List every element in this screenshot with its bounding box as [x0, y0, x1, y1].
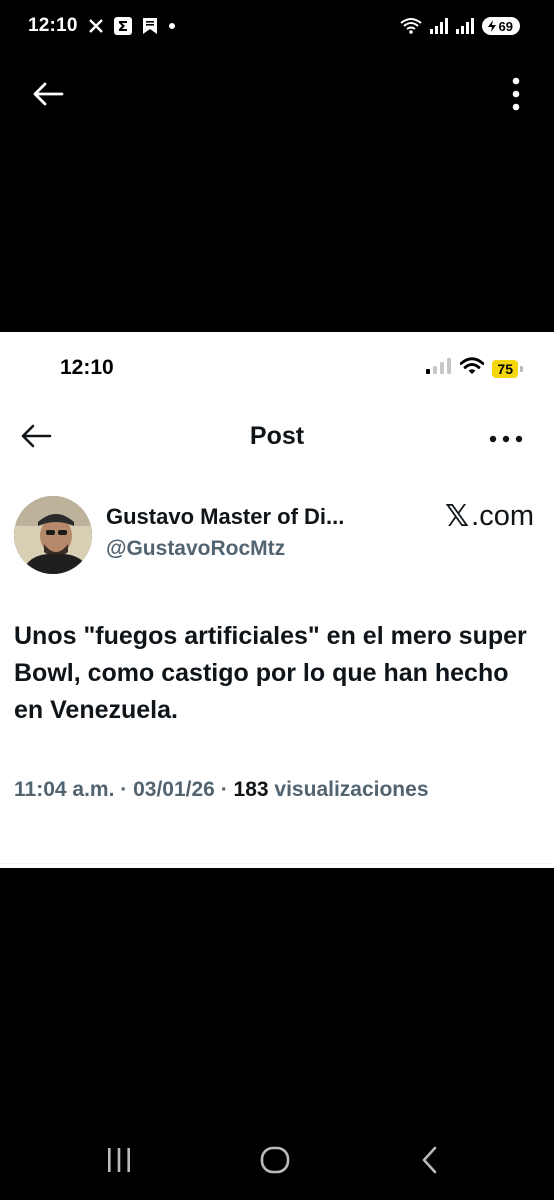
- signal-icon-2: [455, 16, 474, 36]
- views-label: visualizaciones: [274, 778, 429, 801]
- dot-icon: [168, 16, 176, 36]
- signal-icon: [429, 16, 448, 36]
- viewer-back-button[interactable]: [28, 78, 68, 114]
- ios-time: 12:10: [60, 356, 114, 379]
- android-status-bar: 12:10 69: [0, 0, 554, 52]
- battery-level: 69: [498, 18, 513, 34]
- recents-icon: [105, 1147, 133, 1178]
- divider: [0, 863, 554, 864]
- post-time: 11:04 a.m.: [14, 778, 115, 801]
- viewer-more-button[interactable]: [506, 74, 526, 118]
- page-title: Post: [249, 422, 305, 450]
- ios-status-bar: 12:10 75: [0, 332, 554, 406]
- post-meta: 11:04 a.m. · 03/01/26 · 183 visualizacio…: [14, 778, 429, 802]
- recents-button[interactable]: [97, 1142, 141, 1182]
- post-more-button[interactable]: [488, 424, 524, 454]
- bookmark-notification-icon: [142, 16, 158, 36]
- views-count: 183: [233, 778, 269, 801]
- wifi-icon: [399, 16, 422, 36]
- post-text: Unos "fuegos artificiales" en el mero su…: [14, 622, 527, 724]
- source-badge: 𝕏 .com: [445, 500, 534, 533]
- x-logo-icon: 𝕏: [444, 498, 470, 534]
- more-horizontal-icon: [489, 430, 523, 448]
- wifi-icon: [460, 357, 485, 380]
- home-icon: [260, 1145, 290, 1180]
- post-screenshot: 12:10 75 Post Gustavo Master of Di... @G…: [0, 332, 554, 868]
- back-button[interactable]: [408, 1142, 452, 1182]
- author-name[interactable]: Gustavo Master of Di...: [106, 504, 344, 530]
- image-viewer-toolbar: [0, 60, 554, 132]
- author-handle[interactable]: @GustavoRocMtz: [106, 537, 285, 561]
- post-header: Post: [0, 412, 554, 464]
- meta-separator: ·: [220, 778, 228, 801]
- source-domain: .com: [471, 500, 534, 532]
- post-date: 03/01/26: [133, 778, 215, 801]
- arrow-left-icon: [32, 81, 64, 112]
- chevron-left-icon: [420, 1146, 440, 1179]
- meta-separator: ·: [120, 778, 128, 801]
- x-logo-icon: [88, 16, 104, 36]
- post-author: Gustavo Master of Di... @GustavoRocMtz 𝕏…: [14, 494, 540, 574]
- battery-icon: 75: [492, 359, 523, 378]
- cellular-signal-icon: [426, 358, 452, 379]
- home-button[interactable]: [253, 1142, 297, 1182]
- android-nav-bar: [0, 1120, 554, 1200]
- status-time: 12:10: [28, 15, 78, 36]
- avatar[interactable]: [14, 496, 92, 574]
- sigma-notification-icon: [113, 16, 132, 36]
- more-vertical-icon: [512, 77, 520, 116]
- battery-icon: 69: [481, 17, 520, 35]
